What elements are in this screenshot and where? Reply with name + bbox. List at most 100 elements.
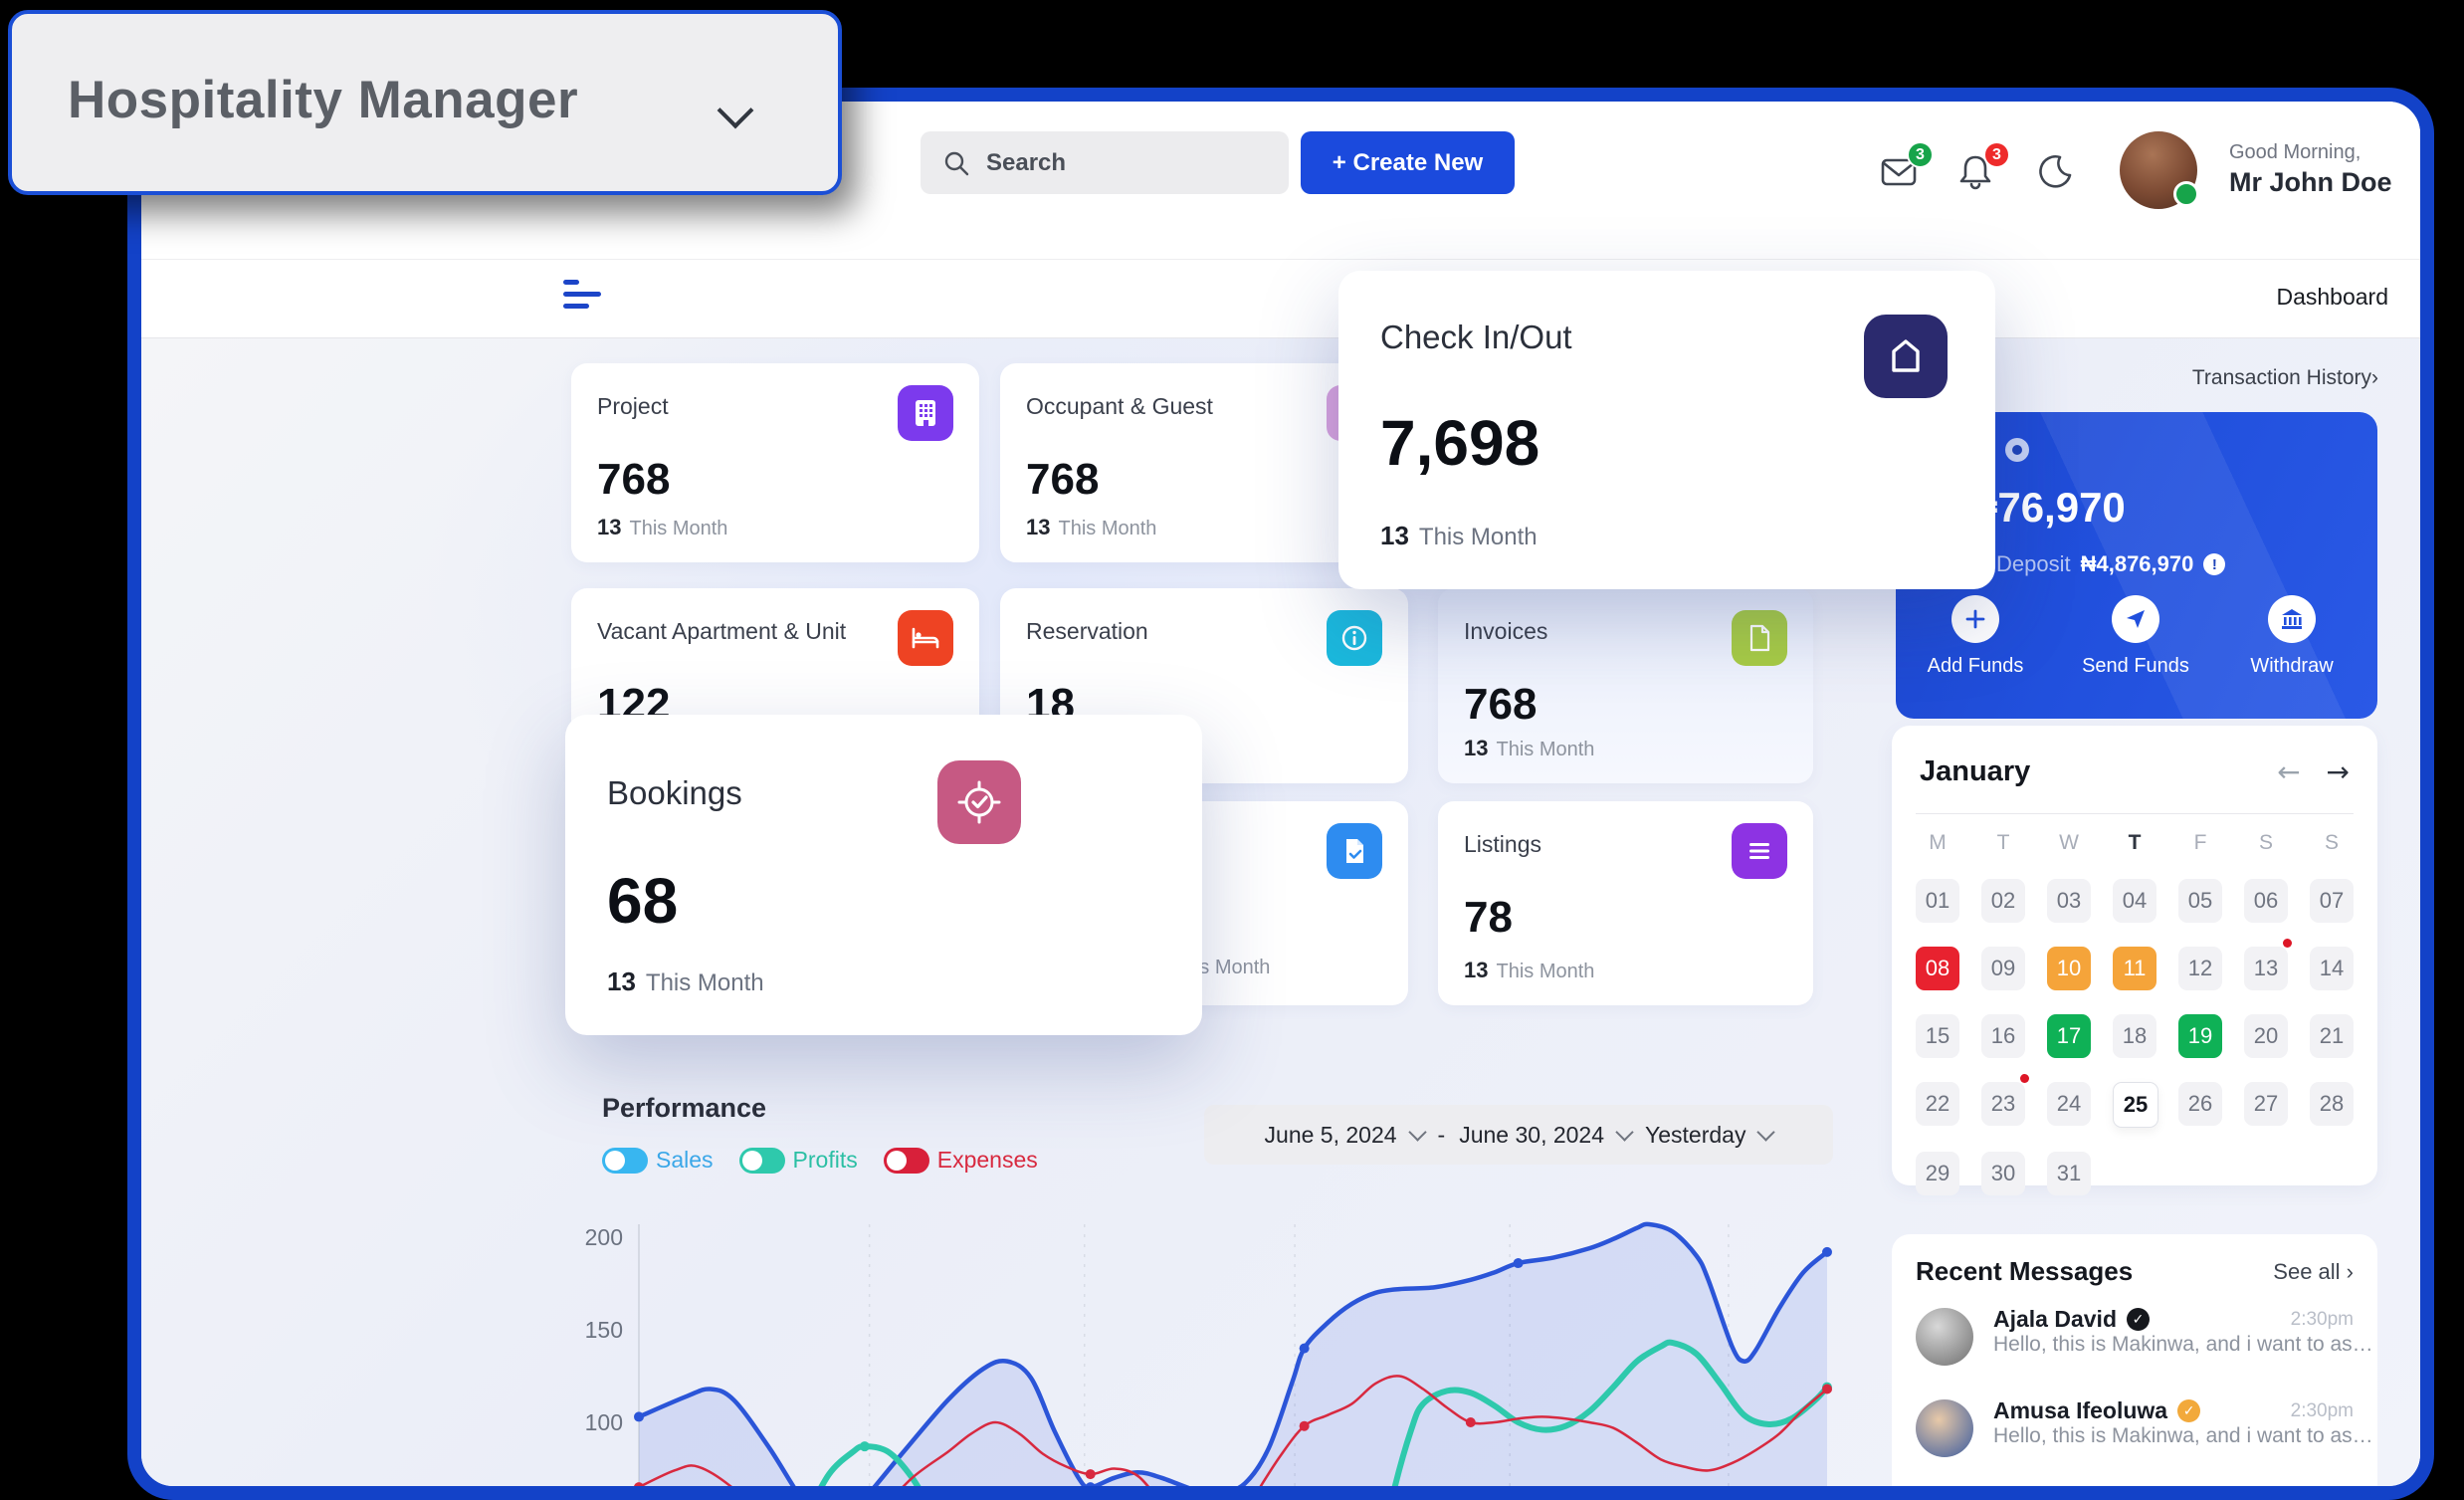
document-icon xyxy=(1732,610,1787,666)
chevron-down-icon xyxy=(1615,1123,1633,1141)
calendar-day[interactable]: 13 xyxy=(2244,947,2288,990)
calendar-day[interactable]: 29 xyxy=(1916,1152,1959,1195)
calendar-day[interactable]: 04 xyxy=(2113,879,2156,923)
calendar-card: January ← → MTWTFSS010203040506070809101… xyxy=(1892,726,2377,1185)
calendar-day-header: T xyxy=(2113,831,2156,855)
messages-button[interactable]: 3 xyxy=(1878,151,1922,195)
calendar-day[interactable]: 07 xyxy=(2310,879,2354,923)
card-title: Occupant & Guest xyxy=(1026,393,1213,420)
legend-toggle-expenses[interactable]: Expenses xyxy=(884,1147,1038,1174)
card-value: 68 xyxy=(607,864,678,938)
calendar-month: January xyxy=(1920,755,2030,788)
calendar-prev-button[interactable]: ← xyxy=(2277,755,2300,788)
calendar-day[interactable]: 22 xyxy=(1916,1082,1959,1126)
notifications-button[interactable]: 3 xyxy=(1954,151,1998,195)
chevron-down-icon xyxy=(1757,1123,1775,1141)
send-funds-button[interactable]: Send Funds xyxy=(2076,595,2195,678)
card-delta: 13This Month xyxy=(1464,736,1594,761)
withdraw-button[interactable]: Withdraw xyxy=(2232,595,2352,678)
calendar-day[interactable]: 27 xyxy=(2244,1082,2288,1126)
calendar-day[interactable]: 05 xyxy=(2178,879,2222,923)
stat-card-invoices[interactable]: Invoices 768 13This Month xyxy=(1438,588,1813,783)
calendar-day[interactable]: 30 xyxy=(1981,1152,2025,1195)
calendar-day[interactable]: 06 xyxy=(2244,879,2288,923)
calendar-day[interactable]: 03 xyxy=(2047,879,2091,923)
message-item[interactable]: Ajala David✓2:30pmHello, this is Makinwa… xyxy=(1916,1304,2354,1388)
message-preview: Hello, this is Makinwa, and i want to as… xyxy=(1993,1333,2373,1356)
calendar-day[interactable]: 12 xyxy=(2178,947,2222,990)
sender-name: Amusa Ifeoluwa xyxy=(1993,1397,2167,1424)
eye-icon[interactable] xyxy=(2005,438,2029,462)
list-icon xyxy=(1732,823,1787,879)
calendar-day[interactable]: 26 xyxy=(2178,1082,2222,1126)
calendar-day[interactable]: 24 xyxy=(2047,1082,2091,1126)
message-item[interactable]: Amusa Ifeoluwa✓2:30pmHello, this is Maki… xyxy=(1916,1395,2354,1479)
menu-toggle-button[interactable] xyxy=(563,280,607,316)
search-placeholder: Search xyxy=(986,149,1066,177)
chevron-right-icon: › xyxy=(2371,366,2378,389)
card-delta: 13This Month xyxy=(1464,958,1594,983)
calendar-day[interactable]: 02 xyxy=(1981,879,2025,923)
user-avatar[interactable] xyxy=(2120,131,2197,209)
calendar-day[interactable]: 14 xyxy=(2310,947,2354,990)
date-range-control[interactable]: June 5, 2024 - June 30, 2024 Yesterday xyxy=(1204,1105,1833,1165)
stat-card-listings[interactable]: Listings 78 13This Month xyxy=(1438,801,1813,1005)
add-funds-button[interactable]: Add Funds xyxy=(1916,595,2035,678)
divider xyxy=(1916,813,2354,814)
recent-messages-card: Recent Messages See all › Ajala David✓2:… xyxy=(1892,1234,2377,1486)
calendar-day[interactable]: 15 xyxy=(1916,1014,1959,1058)
card-value: 78 xyxy=(1464,893,1513,943)
svg-text:200: 200 xyxy=(585,1224,623,1250)
calendar-day[interactable]: 16 xyxy=(1981,1014,2025,1058)
calendar-day[interactable]: 25 xyxy=(2113,1082,2158,1128)
calendar-day[interactable]: 28 xyxy=(2310,1082,2354,1126)
card-value: 7,698 xyxy=(1380,406,1540,480)
card-delta: 13This Month xyxy=(1380,521,1538,551)
chevron-down-icon xyxy=(1408,1123,1426,1141)
subheader: Dashboard xyxy=(141,259,2420,338)
calendar-day[interactable]: 11 xyxy=(2113,947,2156,990)
popup-card-bookings[interactable]: Bookings 68 13This Month xyxy=(565,715,1202,1035)
send-icon xyxy=(2112,595,2159,643)
search-input[interactable]: Search xyxy=(921,131,1289,194)
card-delta: 13This Month xyxy=(607,966,764,997)
calendar-day[interactable]: 08 xyxy=(1916,947,1959,990)
verified-badge-icon: ✓ xyxy=(2177,1399,2200,1422)
legend-toggle-profits[interactable]: Profits xyxy=(739,1147,858,1174)
calendar-day-header: S xyxy=(2310,831,2354,855)
card-delta: 13This Month xyxy=(1026,515,1156,540)
workspace-switcher[interactable]: Hospitality Manager xyxy=(8,10,842,195)
calendar-day[interactable]: 23 xyxy=(1981,1082,2025,1126)
range-end[interactable]: June 30, 2024 xyxy=(1459,1122,1604,1149)
dark-mode-toggle[interactable] xyxy=(2034,151,2078,195)
stat-card-project[interactable]: Project 768 13This Month xyxy=(571,363,979,562)
calendar-next-button[interactable]: → xyxy=(2327,755,2350,788)
info-icon[interactable]: ! xyxy=(2203,553,2225,575)
calendar-day[interactable]: 20 xyxy=(2244,1014,2288,1058)
calendar-day[interactable]: 01 xyxy=(1916,879,1959,923)
svg-text:100: 100 xyxy=(585,1409,623,1435)
calendar-day[interactable]: 31 xyxy=(2047,1152,2091,1195)
calendar-day[interactable]: 09 xyxy=(1981,947,2025,990)
calendar-day[interactable]: 21 xyxy=(2310,1014,2354,1058)
svg-text:150: 150 xyxy=(585,1317,623,1343)
card-value: 768 xyxy=(1026,455,1099,505)
see-all-link[interactable]: See all › xyxy=(2273,1259,2354,1285)
online-status-dot xyxy=(2173,181,2199,207)
create-new-button[interactable]: + Create New xyxy=(1301,131,1515,194)
popup-card-checkinout[interactable]: Check In/Out 7,698 13This Month xyxy=(1338,271,1995,589)
moon-icon xyxy=(2034,151,2076,193)
card-value: 768 xyxy=(1464,680,1537,730)
deposit-label: Deposit xyxy=(1996,551,2071,577)
legend-toggle-sales[interactable]: Sales xyxy=(602,1147,714,1174)
calendar-day[interactable]: 19 xyxy=(2178,1014,2222,1058)
calendar-day[interactable]: 18 xyxy=(2113,1014,2156,1058)
range-start[interactable]: June 5, 2024 xyxy=(1265,1122,1397,1149)
document-check-icon xyxy=(1327,823,1382,879)
range-preset[interactable]: Yesterday xyxy=(1645,1122,1745,1149)
page-title: Dashboard xyxy=(2276,284,2388,311)
avatar xyxy=(1916,1399,1973,1457)
app-window: Search + Create New 3 3 Good Morning, xyxy=(127,88,2434,1500)
calendar-day[interactable]: 17 xyxy=(2047,1014,2091,1058)
calendar-day[interactable]: 10 xyxy=(2047,947,2091,990)
